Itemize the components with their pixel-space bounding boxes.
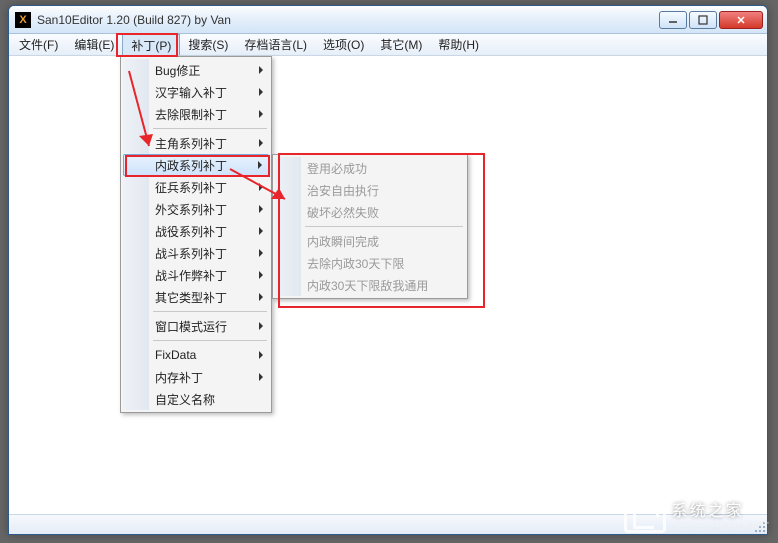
- chevron-right-icon: [259, 322, 263, 330]
- dd-label: 征兵系列补丁: [155, 179, 227, 196]
- separator: [153, 340, 267, 341]
- dd-protagonist[interactable]: 主角系列补丁: [123, 132, 269, 154]
- dd-zhandoucheat[interactable]: 战斗作弊补丁: [123, 264, 269, 286]
- dd-label: 内政瞬间完成: [307, 233, 379, 250]
- menu-label: 文件(F): [19, 36, 58, 53]
- dd-customname[interactable]: 自定义名称: [123, 388, 269, 410]
- dd-zhandou[interactable]: 战斗系列补丁: [123, 242, 269, 264]
- dd-label: 其它类型补丁: [155, 289, 227, 306]
- chevron-right-icon: [259, 183, 263, 191]
- separator: [305, 226, 463, 227]
- dd-label: 自定义名称: [155, 391, 215, 408]
- dd-label: 内政系列补丁: [155, 157, 227, 174]
- sm-pohuai[interactable]: 破坏必然失败: [275, 201, 465, 223]
- menu-lang[interactable]: 存档语言(L): [236, 34, 315, 55]
- menu-edit[interactable]: 编辑(E): [66, 34, 122, 55]
- chevron-right-icon: [259, 110, 263, 118]
- separator: [153, 311, 267, 312]
- dd-bugfix[interactable]: Bug修正: [123, 59, 269, 81]
- sm-zhian[interactable]: 治安自由执行: [275, 179, 465, 201]
- maximize-button[interactable]: [689, 11, 717, 29]
- menu-search[interactable]: 搜索(S): [180, 34, 236, 55]
- chevron-right-icon: [259, 66, 263, 74]
- sm-dengyong[interactable]: 登用必成功: [275, 157, 465, 179]
- menu-other[interactable]: 其它(M): [372, 34, 430, 55]
- menu-label: 其它(M): [380, 36, 422, 53]
- dd-neizheng[interactable]: 内政系列补丁: [123, 154, 269, 176]
- app-window: X San10Editor 1.20 (Build 827) by Van 文件…: [8, 5, 768, 535]
- neizheng-submenu: 登用必成功 治安自由执行 破坏必然失败 内政瞬间完成 去除内政30天下限 内政3…: [272, 154, 468, 299]
- dd-removelimit[interactable]: 去除限制补丁: [123, 103, 269, 125]
- statusbar: [9, 514, 767, 534]
- chevron-right-icon: [259, 271, 263, 279]
- chevron-right-icon: [259, 293, 263, 301]
- dd-windowmode[interactable]: 窗口模式运行: [123, 315, 269, 337]
- dd-label: 主角系列补丁: [155, 135, 227, 152]
- sm-instant[interactable]: 内政瞬间完成: [275, 230, 465, 252]
- dd-label: 去除限制补丁: [155, 106, 227, 123]
- dd-label: 汉字输入补丁: [155, 84, 227, 101]
- dd-label: 内存补丁: [155, 369, 203, 386]
- dd-zhanyi[interactable]: 战役系列补丁: [123, 220, 269, 242]
- dd-label: 内政30天下限敌我通用: [307, 277, 428, 294]
- menu-label: 搜索(S): [188, 36, 228, 53]
- menu-help[interactable]: 帮助(H): [430, 34, 487, 55]
- window-title: San10Editor 1.20 (Build 827) by Van: [37, 13, 659, 27]
- close-button[interactable]: [719, 11, 763, 29]
- chevron-right-icon: [259, 351, 263, 359]
- dd-waijiao[interactable]: 外交系列补丁: [123, 198, 269, 220]
- chevron-right-icon: [259, 227, 263, 235]
- menu-label: 帮助(H): [438, 36, 479, 53]
- dd-label: Bug修正: [155, 62, 200, 79]
- dd-zhengbing[interactable]: 征兵系列补丁: [123, 176, 269, 198]
- dd-other[interactable]: 其它类型补丁: [123, 286, 269, 308]
- dd-hanzi[interactable]: 汉字输入补丁: [123, 81, 269, 103]
- menu-label: 选项(O): [323, 36, 364, 53]
- menu-label: 存档语言(L): [244, 36, 307, 53]
- window-controls: [659, 11, 763, 29]
- sm-30universal[interactable]: 内政30天下限敌我通用: [275, 274, 465, 296]
- dd-label: 战斗作弊补丁: [155, 267, 227, 284]
- chevron-right-icon: [258, 161, 262, 169]
- chevron-right-icon: [259, 88, 263, 96]
- separator: [153, 128, 267, 129]
- dd-label: FixData: [155, 348, 196, 362]
- chevron-right-icon: [259, 249, 263, 257]
- resize-grip-icon[interactable]: [751, 518, 765, 532]
- menu-file[interactable]: 文件(F): [11, 34, 66, 55]
- dd-label: 战斗系列补丁: [155, 245, 227, 262]
- dd-mempatch[interactable]: 内存补丁: [123, 366, 269, 388]
- titlebar: X San10Editor 1.20 (Build 827) by Van: [9, 6, 767, 34]
- chevron-right-icon: [259, 205, 263, 213]
- menu-label: 编辑(E): [74, 36, 114, 53]
- dd-label: 登用必成功: [307, 160, 367, 177]
- menu-label: 补丁(P): [131, 37, 171, 54]
- minimize-button[interactable]: [659, 11, 687, 29]
- chevron-right-icon: [259, 139, 263, 147]
- dd-fixdata[interactable]: FixData: [123, 344, 269, 366]
- patch-dropdown: Bug修正 汉字输入补丁 去除限制补丁 主角系列补丁 内政系列补丁 征兵系列补丁…: [120, 56, 272, 413]
- sm-remove30[interactable]: 去除内政30天下限: [275, 252, 465, 274]
- menubar: 文件(F) 编辑(E) 补丁(P) 搜索(S) 存档语言(L) 选项(O) 其它…: [9, 34, 767, 56]
- dd-label: 窗口模式运行: [155, 318, 227, 335]
- menu-options[interactable]: 选项(O): [315, 34, 372, 55]
- dd-label: 去除内政30天下限: [307, 255, 404, 272]
- dd-label: 外交系列补丁: [155, 201, 227, 218]
- dd-label: 治安自由执行: [307, 182, 379, 199]
- dd-label: 破坏必然失败: [307, 204, 379, 221]
- chevron-right-icon: [259, 373, 263, 381]
- dd-label: 战役系列补丁: [155, 223, 227, 240]
- menu-patch[interactable]: 补丁(P): [122, 34, 180, 55]
- app-icon: X: [15, 12, 31, 28]
